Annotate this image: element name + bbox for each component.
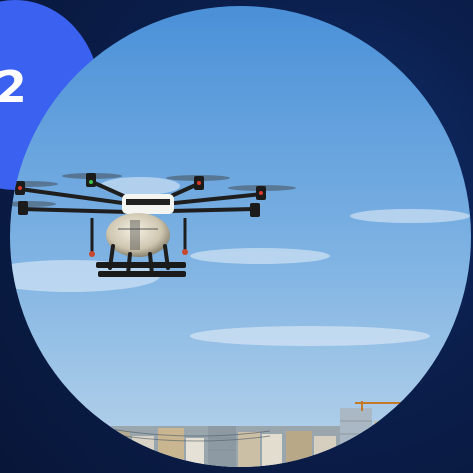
drone-photo — [10, 6, 471, 467]
step-number: 2 — [0, 62, 27, 113]
feature-card: 2 — [0, 0, 473, 473]
